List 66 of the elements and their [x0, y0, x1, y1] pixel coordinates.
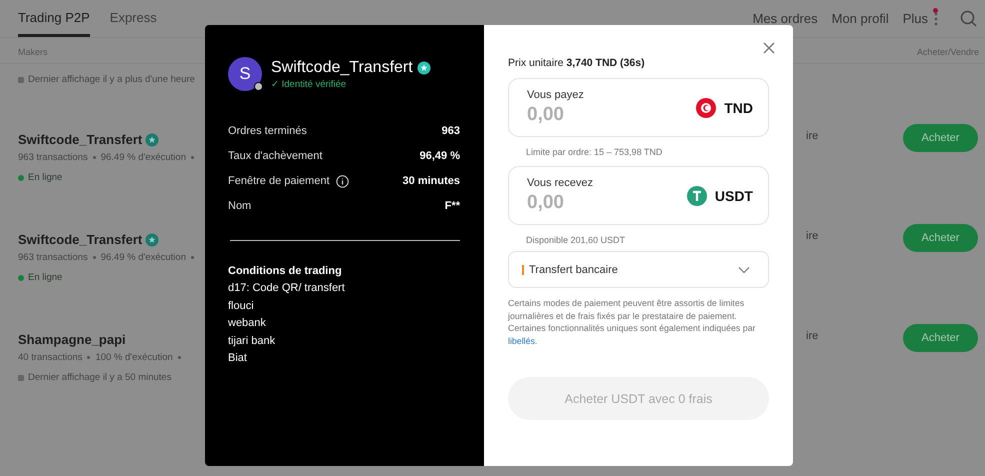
- currency-label: USDT: [714, 188, 753, 204]
- verified-identity-label: ✓ Identité vérifiée: [271, 78, 348, 90]
- maker-stat: 96.49 % d'exécution: [100, 152, 186, 163]
- search-icon[interactable]: [960, 10, 977, 27]
- condition-line: webank: [228, 316, 267, 331]
- buy-button[interactable]: Acheter: [903, 124, 978, 152]
- separator-dot: [92, 156, 96, 159]
- stat-label: Nom: [228, 200, 252, 212]
- coin-icon: [686, 186, 707, 206]
- payment-note: Certains modes de paiement peuvent être assortis de limites journalières et de frais fixés par le prestataire de paiement. Certaines fonctionnalités uniques sont également indiquées par libellés.: [508, 297, 756, 348]
- stat-value: F**: [444, 200, 460, 212]
- field-hint: Disponible 201,60 USDT: [525, 234, 626, 245]
- nav-link[interactable]: Mes ordres: [752, 11, 818, 26]
- table-cell-text: ire: [806, 130, 820, 142]
- stat-label: Taux d'achèvement: [228, 150, 322, 162]
- flag-icon: [696, 98, 716, 118]
- column-header: Makers: [18, 47, 48, 57]
- condition-line: Biat: [228, 351, 248, 366]
- maker-name[interactable]: Swiftcode_Transfert: [18, 232, 142, 247]
- condition-line: tijari bank: [228, 334, 276, 348]
- nav-tab[interactable]: Express: [110, 0, 157, 37]
- field-label: Vous payez: [527, 89, 585, 101]
- table-cell-text: ire: [806, 330, 820, 342]
- labels-link[interactable]: libellés: [508, 336, 535, 346]
- table-cell-text: ire: [806, 230, 820, 242]
- field-label: Vous recevez: [527, 177, 594, 189]
- stat-value: 96,49 %: [420, 150, 460, 162]
- separator-dot: [190, 256, 194, 259]
- separator-dot: [178, 356, 181, 359]
- maker-stat: 963 transactions: [18, 152, 88, 163]
- condition-line: d17: Code QR/ transfert: [228, 281, 346, 296]
- maker-name[interactable]: Swiftcode_Transfert: [18, 132, 142, 147]
- info-icon[interactable]: [336, 174, 349, 188]
- stat-label: Fenêtre de paiement: [228, 175, 330, 187]
- separator-dot: [92, 256, 96, 259]
- maker-name[interactable]: Shampagne_papi: [18, 332, 126, 347]
- condition-line: flouci: [228, 298, 255, 314]
- avatar: S: [228, 57, 262, 91]
- chevron-icon: [738, 266, 750, 274]
- status-text: En ligne: [28, 272, 62, 283]
- stat-value: 963: [442, 125, 460, 137]
- maker-stat: 40 transactions: [18, 352, 82, 363]
- status-text: Dernier affichage il y a plus d'une heure: [28, 74, 195, 85]
- maker-stat: 963 transactions: [18, 252, 88, 263]
- separator-dot: [87, 356, 90, 359]
- nav-link[interactable]: Mon profil: [832, 11, 889, 26]
- conditions-title: Conditions de trading: [228, 265, 343, 277]
- more-menu[interactable]: Plus: [902, 11, 938, 26]
- currency-label: TND: [724, 100, 753, 116]
- buy-button[interactable]: Acheter: [903, 324, 978, 352]
- payment-method-dropdown[interactable]: Transfert bancaire: [508, 251, 769, 288]
- status-text: Dernier affichage il y a 50 minutes: [28, 372, 172, 383]
- field-hint: Limite par ordre: 15 – 753,98 TND: [525, 146, 664, 157]
- nav-tab[interactable]: Trading P2P: [18, 0, 90, 37]
- stat-value: 30 minutes: [402, 175, 460, 187]
- kebab-icon: [934, 12, 938, 26]
- close-icon[interactable]: [763, 42, 775, 54]
- unit-price: Prix unitaire 3,740 TND (36s): [508, 57, 646, 69]
- maker-stat: 96.49 % d'exécution: [100, 252, 186, 263]
- buy-button[interactable]: Acheter: [903, 224, 978, 252]
- maker-stat: 100 % d'exécution: [95, 352, 173, 363]
- status-text: En ligne: [28, 172, 62, 183]
- stat-label: Ordres terminés: [228, 125, 307, 137]
- column-header: Acheter/Vendre: [916, 47, 979, 57]
- maker-name: Swiftcode_Transfert: [271, 58, 413, 76]
- separator-dot: [190, 156, 194, 159]
